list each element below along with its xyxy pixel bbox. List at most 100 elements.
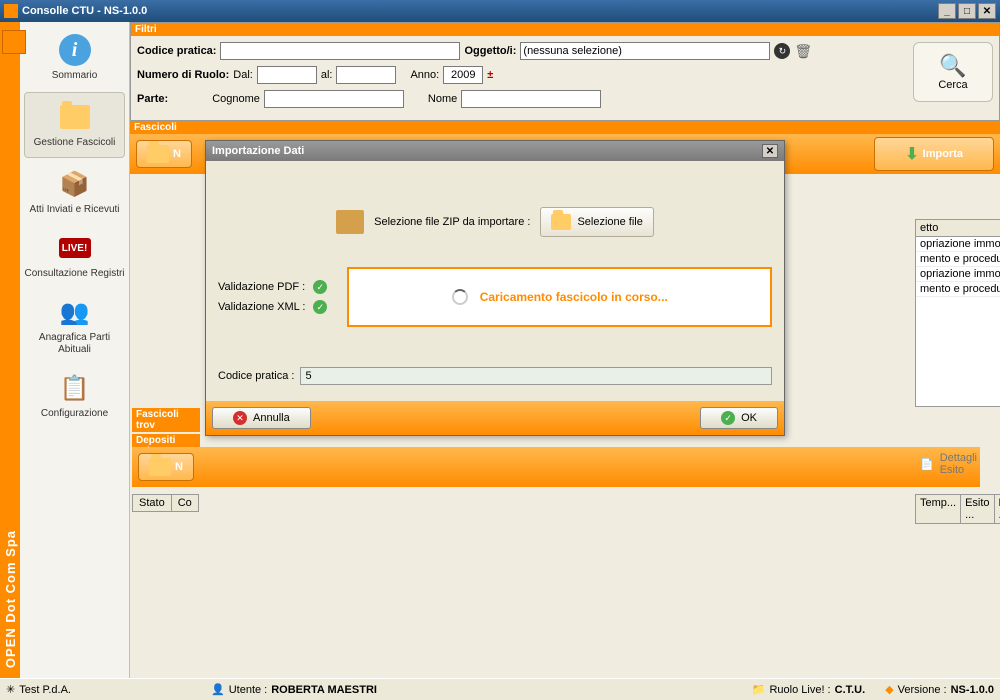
folder-icon bbox=[147, 145, 169, 163]
fascicoli-trov-header: Fascicoli trov bbox=[132, 408, 200, 432]
app-icon bbox=[4, 4, 18, 18]
fascicoli-header: Fascicoli bbox=[130, 121, 1000, 134]
trash-icon[interactable]: 🗑 bbox=[794, 43, 812, 60]
spinner-icon bbox=[452, 289, 468, 305]
folder-icon bbox=[149, 458, 171, 476]
select-file-label: Selezione file ZIP da importare : bbox=[374, 216, 530, 228]
packages-icon: 📦 bbox=[59, 168, 91, 200]
list-row[interactable]: opriazione immobiliare bbox=[916, 237, 1000, 252]
annulla-button[interactable]: ✕ Annulla bbox=[212, 407, 311, 429]
anno-input[interactable] bbox=[443, 66, 483, 84]
versione-label: Versione : bbox=[898, 684, 947, 696]
anno-stepper-icon[interactable]: ± bbox=[487, 69, 493, 81]
version-icon: ◆ bbox=[885, 683, 893, 696]
versione-value: NS-1.0.0 bbox=[951, 684, 994, 696]
cognome-label: Cognome bbox=[212, 93, 260, 105]
maximize-button[interactable]: □ bbox=[958, 3, 976, 19]
col-esito2[interactable]: Esito ... bbox=[995, 494, 1000, 524]
window-title: Consolle CTU - NS-1.0.0 bbox=[22, 5, 147, 17]
oggetto-label: Oggetto/i: bbox=[464, 45, 516, 57]
depositi-table-header-right: Temp... Esito ... Esito ... Allegati bbox=[915, 494, 1000, 524]
nome-label: Nome bbox=[428, 93, 457, 105]
sidebar-item-consultazione[interactable]: LIVE! Consultazione Registri bbox=[20, 224, 129, 288]
check-icon: ✓ bbox=[721, 411, 735, 425]
cancel-icon: ✕ bbox=[233, 411, 247, 425]
sidebar-item-gestione-fascicoli[interactable]: Gestione Fascicoli bbox=[24, 92, 125, 158]
codice-pratica-dialog-label: Codice pratica : bbox=[218, 370, 294, 382]
filtri-panel: Filtri Codice pratica: Oggetto/i: ↻ 🗑 Nu… bbox=[130, 22, 1000, 121]
sidebar: i Sommario Gestione Fascicoli 📦 Atti Inv… bbox=[20, 22, 130, 678]
oggetto-header[interactable]: etto bbox=[915, 219, 1000, 237]
depositi-table-header-left: Stato Co bbox=[132, 494, 199, 512]
codice-pratica-input[interactable] bbox=[220, 42, 460, 60]
document-icon: 📄 bbox=[920, 458, 934, 471]
col-co[interactable]: Co bbox=[172, 494, 199, 512]
users-icon: 👥 bbox=[59, 296, 91, 328]
brand-logo bbox=[2, 30, 26, 54]
brand-text: OPEN Dot Com Spa bbox=[3, 530, 18, 668]
selezione-file-button[interactable]: Selezione file bbox=[540, 207, 653, 237]
al-input[interactable] bbox=[336, 66, 396, 84]
depositi-toolbar: N bbox=[132, 447, 980, 487]
sidebar-item-configurazione[interactable]: 📋 Configurazione bbox=[20, 364, 129, 428]
package-icon bbox=[336, 210, 364, 234]
dialog-title: Importazione Dati bbox=[212, 145, 304, 157]
list-row[interactable]: mento e procedure concorsuali bbox=[916, 252, 1000, 267]
codice-pratica-label: Codice pratica: bbox=[137, 45, 216, 57]
check-icon: ✓ bbox=[313, 300, 327, 314]
cognome-input[interactable] bbox=[264, 90, 404, 108]
oggetto-input[interactable] bbox=[520, 42, 770, 60]
nuovo-button[interactable]: N bbox=[136, 140, 192, 168]
sidebar-item-atti[interactable]: 📦 Atti Inviati e Ricevuti bbox=[20, 160, 129, 224]
ruolo-value: C.T.U. bbox=[835, 684, 866, 696]
anno-label: Anno: bbox=[410, 69, 439, 81]
validazione-pdf-label: Validazione PDF : bbox=[218, 281, 305, 293]
codice-pratica-dialog-input[interactable] bbox=[300, 367, 772, 385]
dal-label: Dal: bbox=[233, 69, 253, 81]
dal-input[interactable] bbox=[257, 66, 317, 84]
importa-button[interactable]: ⬇ Importa bbox=[874, 137, 994, 171]
close-button[interactable]: ✕ bbox=[978, 3, 996, 19]
list-row[interactable]: mento e procedure concorsuali bbox=[916, 282, 1000, 297]
col-temp[interactable]: Temp... bbox=[915, 494, 961, 524]
oggetto-clear-icon[interactable]: ↻ bbox=[774, 43, 790, 59]
numero-ruolo-label: Numero di Ruolo: bbox=[137, 69, 229, 81]
statusbar: ✳ Test P.d.A. 👤 Utente : ROBERTA MAESTRI… bbox=[0, 678, 1000, 700]
sidebar-item-sommario[interactable]: i Sommario bbox=[20, 26, 129, 90]
filtri-title: Filtri bbox=[131, 23, 999, 36]
validazione-xml-label: Validazione XML : bbox=[218, 301, 305, 313]
folder-open-icon bbox=[551, 214, 571, 230]
ok-button[interactable]: ✓ OK bbox=[700, 407, 778, 429]
titlebar: Consolle CTU - NS-1.0.0 _ □ ✕ bbox=[0, 0, 1000, 22]
brand-strip: OPEN Dot Com Spa bbox=[0, 22, 20, 678]
utente-value: ROBERTA MAESTRI bbox=[271, 684, 377, 696]
col-stato[interactable]: Stato bbox=[132, 494, 172, 512]
importazione-dati-dialog: Importazione Dati ✕ Selezione file ZIP d… bbox=[205, 140, 785, 436]
nuovo-deposito-button[interactable]: N bbox=[138, 453, 194, 481]
dialog-close-button[interactable]: ✕ bbox=[762, 144, 778, 158]
dettagli-esito-button[interactable]: 📄 Dettagli Esito bbox=[920, 452, 1000, 476]
dialog-footer: ✕ Annulla ✓ OK bbox=[206, 401, 784, 435]
list-row[interactable]: opriazione immobiliare bbox=[916, 267, 1000, 282]
test-pda-label: Test P.d.A. bbox=[19, 684, 71, 696]
dialog-titlebar[interactable]: Importazione Dati ✕ bbox=[206, 141, 784, 161]
col-esito1[interactable]: Esito ... bbox=[961, 494, 994, 524]
ruolo-label: Ruolo Live! : bbox=[769, 684, 830, 696]
utente-label: Utente : bbox=[229, 684, 268, 696]
al-label: al: bbox=[321, 69, 333, 81]
minimize-button[interactable]: _ bbox=[938, 3, 956, 19]
live-icon: LIVE! bbox=[59, 232, 91, 264]
oggetto-column: etto opriazione immobiliare mento e proc… bbox=[915, 219, 1000, 407]
nome-input[interactable] bbox=[461, 90, 601, 108]
folder-search-icon bbox=[59, 101, 91, 133]
parte-label: Parte: bbox=[137, 93, 168, 105]
cerca-button[interactable]: 🔍 Cerca bbox=[913, 42, 993, 102]
info-icon: i bbox=[59, 34, 91, 66]
clipboard-icon: 📋 bbox=[59, 372, 91, 404]
user-icon: 👤 bbox=[211, 683, 225, 696]
loading-status: Caricamento fascicolo in corso... bbox=[347, 267, 772, 327]
spark-icon: ✳ bbox=[6, 683, 15, 696]
sidebar-item-anagrafica[interactable]: 👥 Anagrafica Parti Abituali bbox=[20, 288, 129, 364]
download-icon: ⬇ bbox=[905, 144, 918, 164]
folder-icon: 📁 bbox=[752, 683, 766, 696]
